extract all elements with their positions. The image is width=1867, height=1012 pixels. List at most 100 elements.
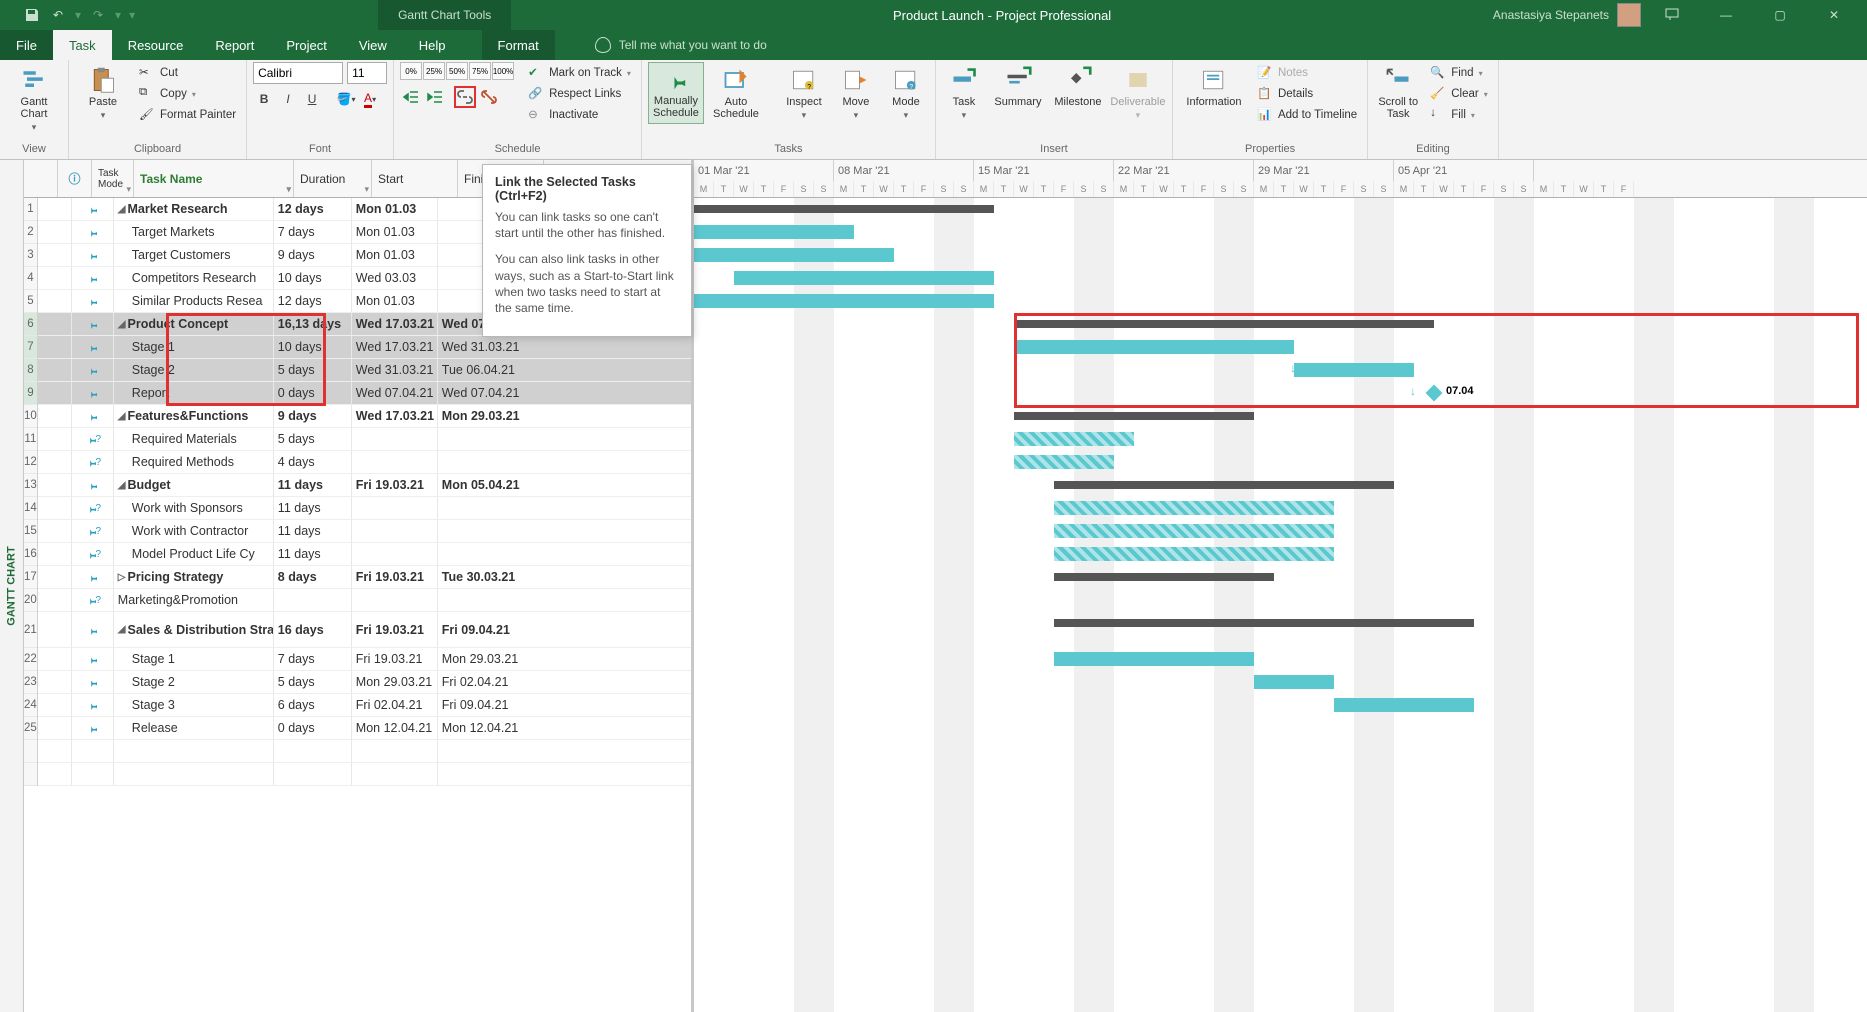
row-number[interactable]: 20 — [24, 589, 37, 612]
row-number[interactable] — [24, 763, 37, 786]
cell-start[interactable]: Wed 17.03.21 — [352, 313, 438, 335]
information-button[interactable]: Information — [1179, 62, 1249, 112]
task-row[interactable]: ◢Budget11 daysFri 19.03.21Mon 05.04.21 — [38, 474, 691, 497]
gantt-task-bar[interactable] — [694, 248, 894, 262]
cell-duration[interactable]: 7 days — [274, 648, 352, 670]
cell-start[interactable]: Fri 19.03.21 — [352, 566, 438, 588]
cell-start[interactable]: Wed 07.04.21 — [352, 382, 438, 404]
row-number[interactable]: 13 — [24, 474, 37, 497]
task-row[interactable]: Report0 daysWed 07.04.21Wed 07.04.21 — [38, 382, 691, 405]
row-number[interactable]: 5 — [24, 290, 37, 313]
tab-task[interactable]: Task — [53, 30, 112, 60]
gantt-task-bar[interactable] — [1014, 432, 1134, 446]
cut-button[interactable]: ✂Cut — [135, 64, 240, 82]
cell-task-name[interactable]: ◢Market Research — [114, 198, 274, 220]
tab-project[interactable]: Project — [270, 30, 342, 60]
cell-indicators[interactable] — [38, 474, 72, 496]
save-icon[interactable] — [20, 3, 44, 27]
cell-finish[interactable]: Fri 02.04.21 — [438, 671, 524, 693]
mark-on-track-button[interactable]: ✔Mark on Track ▾ — [524, 64, 635, 82]
cell-start[interactable]: Wed 03.03 — [352, 267, 438, 289]
paste-button[interactable]: Paste▾ — [75, 62, 131, 125]
cell-indicators[interactable] — [38, 405, 72, 427]
task-row[interactable] — [38, 740, 691, 763]
cell-duration[interactable]: 11 days — [274, 543, 352, 565]
gantt-task-bar[interactable] — [1334, 698, 1474, 712]
header-task-name[interactable]: Task Name▾ — [134, 160, 294, 197]
progress-50[interactable]: 50% — [446, 62, 468, 80]
cell-task-name[interactable]: Report — [114, 382, 274, 404]
tab-help[interactable]: Help — [403, 30, 462, 60]
respect-links-button[interactable]: 🔗Respect Links — [524, 85, 635, 103]
cell-task-name[interactable]: Work with Sponsors — [114, 497, 274, 519]
row-number[interactable]: 7 — [24, 336, 37, 359]
font-size-input[interactable] — [347, 62, 387, 84]
progress-0[interactable]: 0% — [400, 62, 422, 80]
task-row[interactable]: ?Marketing&Promotion — [38, 589, 691, 612]
bold-button[interactable]: B — [253, 88, 275, 110]
row-number[interactable]: 10 — [24, 405, 37, 428]
row-number[interactable]: 1 — [24, 198, 37, 221]
cell-task-mode[interactable]: ? — [72, 451, 114, 473]
tell-me-search[interactable]: Tell me what you want to do — [595, 30, 767, 60]
minimize-icon[interactable]: — — [1703, 0, 1749, 30]
cell-task-mode[interactable] — [72, 405, 114, 427]
cell-finish[interactable] — [438, 589, 524, 611]
cell-finish[interactable]: Wed 31.03.21 — [438, 336, 524, 358]
fill-color-button[interactable]: 🪣▾ — [335, 88, 357, 110]
gantt-task-bar[interactable] — [1054, 501, 1334, 515]
cell-duration[interactable]: 5 days — [274, 359, 352, 381]
find-button[interactable]: 🔍Find ▾ — [1426, 64, 1492, 82]
cell-duration[interactable]: 11 days — [274, 497, 352, 519]
cell-task-mode[interactable] — [72, 671, 114, 693]
task-row[interactable]: Stage 17 daysFri 19.03.21Mon 29.03.21 — [38, 648, 691, 671]
row-number[interactable]: 3 — [24, 244, 37, 267]
cell-start[interactable] — [352, 589, 438, 611]
tab-resource[interactable]: Resource — [112, 30, 200, 60]
cell-task-mode[interactable]: ? — [72, 428, 114, 450]
cell-task-mode[interactable] — [72, 221, 114, 243]
cell-duration[interactable]: 16 days — [274, 612, 352, 647]
cell-task-mode[interactable] — [72, 359, 114, 381]
cell-start[interactable]: Fri 02.04.21 — [352, 694, 438, 716]
move-button[interactable]: Move▾ — [833, 62, 879, 125]
cell-task-name[interactable]: ◢Features&Functions — [114, 405, 274, 427]
gantt-task-bar[interactable] — [1014, 455, 1114, 469]
gantt-task-bar[interactable] — [1014, 340, 1294, 354]
cell-indicators[interactable] — [38, 267, 72, 289]
header-start[interactable]: Start — [372, 160, 458, 197]
cell-task-name[interactable]: Required Methods — [114, 451, 274, 473]
cell-task-mode[interactable] — [72, 612, 114, 647]
cell-start[interactable]: Mon 12.04.21 — [352, 717, 438, 739]
cell-task-name[interactable]: ◢Sales & Distribution Strategy — [114, 612, 274, 647]
unlink-tasks-button[interactable] — [478, 86, 500, 108]
gantt-task-bar[interactable] — [694, 294, 994, 308]
cell-task-name[interactable]: Marketing&Promotion — [114, 589, 274, 611]
mode-button[interactable]: ? Mode▾ — [883, 62, 929, 125]
copy-button[interactable]: ⧉Copy ▾ — [135, 85, 240, 103]
cell-indicators[interactable] — [38, 671, 72, 693]
timeline-body[interactable]: 07.04↓↓ — [694, 198, 1867, 1012]
qat-customize-icon[interactable]: ▾ — [129, 8, 135, 22]
cell-indicators[interactable] — [38, 497, 72, 519]
cell-task-mode[interactable] — [72, 267, 114, 289]
cell-indicators[interactable] — [38, 520, 72, 542]
format-painter-button[interactable]: 🖌Format Painter — [135, 106, 240, 124]
cell-duration[interactable]: 5 days — [274, 428, 352, 450]
italic-button[interactable]: I — [277, 88, 299, 110]
row-number[interactable]: 23 — [24, 671, 37, 694]
task-row[interactable]: ?Required Methods4 days — [38, 451, 691, 474]
inspect-button[interactable]: ? Inspect▾ — [779, 62, 829, 125]
cell-start[interactable]: Mon 01.03 — [352, 221, 438, 243]
cell-start[interactable]: Fri 19.03.21 — [352, 612, 438, 647]
task-row[interactable]: ?Work with Contractor11 days — [38, 520, 691, 543]
task-row[interactable]: Stage 36 daysFri 02.04.21Fri 09.04.21 — [38, 694, 691, 717]
gantt-task-bar[interactable] — [1254, 675, 1334, 689]
row-number[interactable]: 8 — [24, 359, 37, 382]
cell-duration[interactable]: 0 days — [274, 717, 352, 739]
redo-icon[interactable]: ↷ — [86, 3, 110, 27]
row-number[interactable]: 21 — [24, 612, 37, 648]
close-icon[interactable]: ✕ — [1811, 0, 1857, 30]
cell-start[interactable]: Mon 01.03 — [352, 244, 438, 266]
cell-start[interactable] — [352, 497, 438, 519]
